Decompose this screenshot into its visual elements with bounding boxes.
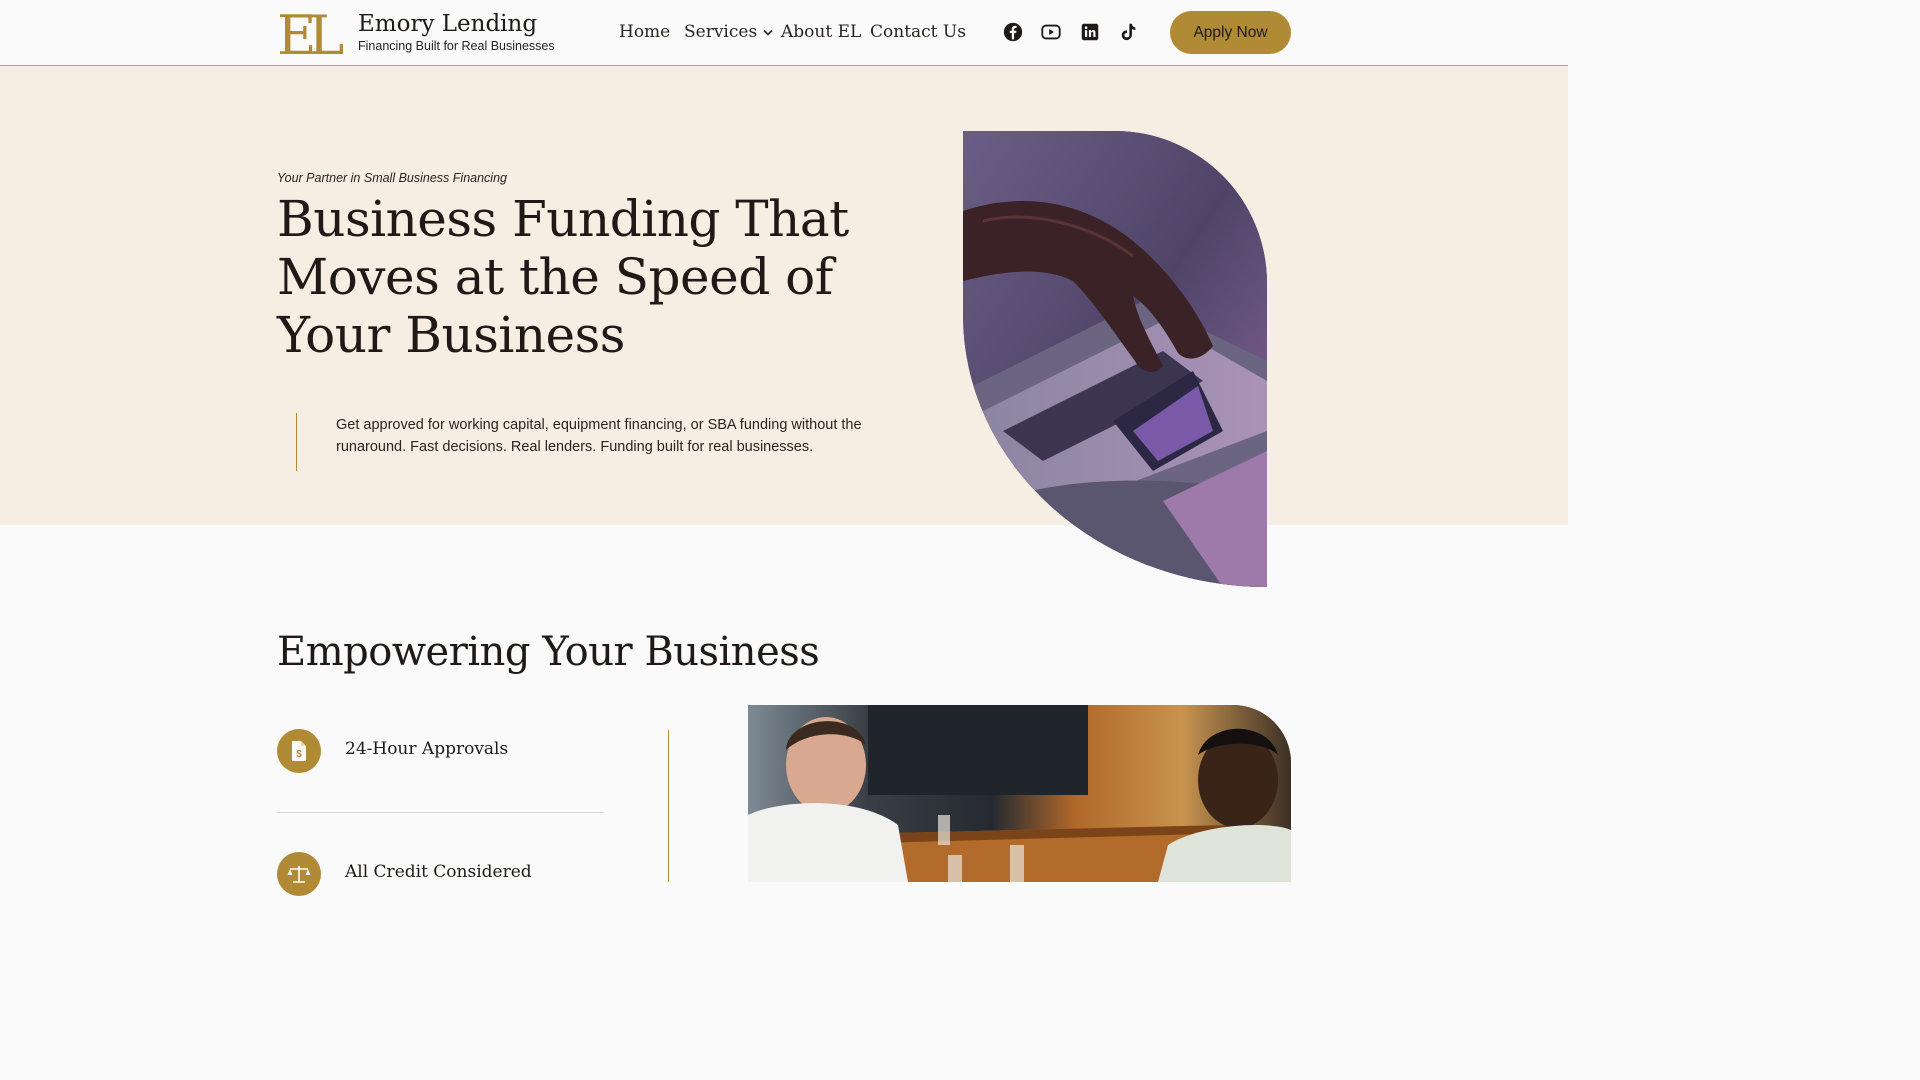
- svg-text:$: $: [296, 749, 302, 760]
- office-meeting-photo: [748, 705, 1291, 882]
- chevron-down-icon: [763, 29, 773, 36]
- nav-services[interactable]: Services: [684, 20, 773, 44]
- brand-tagline: Financing Built for Real Businesses: [358, 39, 555, 53]
- brand-name: Emory Lending: [358, 11, 538, 37]
- feature-label: All Credit Considered: [345, 862, 532, 882]
- scale-icon: [277, 852, 321, 896]
- apply-now-button[interactable]: Apply Now: [1170, 11, 1291, 54]
- brand[interactable]: Emory Lending Financing Built for Real B…: [358, 10, 555, 54]
- nav-home[interactable]: Home: [619, 20, 670, 44]
- nav-about[interactable]: About EL: [781, 20, 861, 44]
- nav-contact-label: Contact Us: [870, 22, 966, 42]
- quote-accent-bar: [296, 413, 297, 471]
- nav-services-label: Services: [684, 22, 758, 42]
- svg-text:EL: EL: [277, 10, 343, 56]
- office-photo-illustration: [748, 705, 1291, 882]
- document-dollar-icon: $: [277, 729, 321, 773]
- site-header: EL Emory Lending Financing Built for Rea…: [0, 0, 1568, 66]
- section-divider-line: [668, 730, 669, 882]
- feature-divider: [277, 812, 604, 813]
- feature-label: 24-Hour Approvals: [345, 739, 509, 759]
- logo[interactable]: EL: [277, 10, 343, 56]
- facebook-icon[interactable]: [1002, 21, 1024, 43]
- tiktok-icon[interactable]: [1117, 21, 1139, 43]
- linkedin-icon[interactable]: [1079, 21, 1101, 43]
- hero-title: Business Funding That Moves at the Speed…: [277, 190, 849, 364]
- nav-about-label: About EL: [781, 22, 862, 42]
- hero-description: Get approved for working capital, equipm…: [336, 417, 862, 455]
- nav-contact[interactable]: Contact Us: [870, 20, 966, 44]
- section-title: Empowering Your Business: [277, 629, 820, 675]
- nav-home-label: Home: [619, 22, 671, 42]
- hero-eyebrow: Your Partner in Small Business Financing: [277, 171, 507, 185]
- logo-mark-icon: EL: [277, 10, 343, 56]
- youtube-icon[interactable]: [1040, 21, 1062, 43]
